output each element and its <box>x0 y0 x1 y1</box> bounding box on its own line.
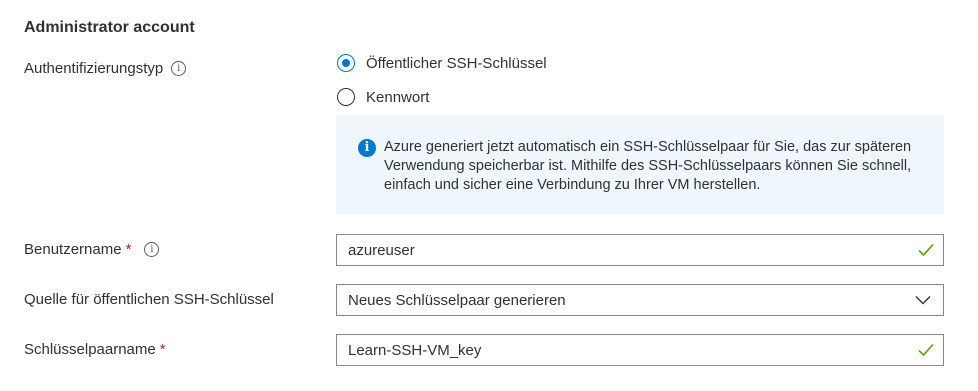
username-label: Benutzername * i <box>24 241 160 258</box>
ssh-source-selected: Neues Schlüsselpaar generieren <box>348 291 566 309</box>
section-title: Administrator account <box>24 19 195 36</box>
radio-unchecked-icon[interactable] <box>337 88 355 106</box>
info-message-box: i Azure generiert jetzt automatisch ein … <box>336 115 944 214</box>
key-name-label-text: Schlüsselpaarname <box>24 341 156 358</box>
username-input[interactable]: azureuser <box>336 234 944 266</box>
ssh-source-label-text: Quelle für öffentlichen SSH-Schlüssel <box>24 291 274 308</box>
username-label-text: Benutzername <box>24 241 122 258</box>
key-name-label: Schlüsselpaarname * <box>24 341 166 358</box>
radio-password-label: Kennwort <box>366 88 430 106</box>
info-icon[interactable]: i <box>144 242 160 257</box>
ssh-source-dropdown[interactable]: Neues Schlüsselpaar generieren <box>336 284 944 316</box>
key-name-input[interactable]: Learn-SSH-VM_key <box>336 334 944 366</box>
radio-ssh-public-key[interactable]: Öffentlicher SSH-Schlüssel <box>337 54 547 72</box>
key-name-value: Learn-SSH-VM_key <box>348 341 482 359</box>
required-asterisk: * <box>125 241 132 258</box>
radio-checked-icon[interactable] <box>337 54 355 72</box>
chevron-down-icon[interactable] <box>915 295 931 305</box>
info-icon[interactable]: i <box>171 61 187 76</box>
auth-type-label: Authentifizierungstyp i <box>24 60 187 77</box>
radio-ssh-public-key-label: Öffentlicher SSH-Schlüssel <box>366 54 547 72</box>
radio-password[interactable]: Kennwort <box>337 88 429 106</box>
auth-type-label-text: Authentifizierungstyp <box>24 60 164 77</box>
username-value: azureuser <box>348 241 415 259</box>
ssh-source-label: Quelle für öffentlichen SSH-Schlüssel <box>24 291 274 308</box>
checkmark-icon <box>918 243 934 257</box>
checkmark-icon <box>918 343 934 357</box>
required-asterisk: * <box>159 341 166 358</box>
info-message-text: Azure generiert jetzt automatisch ein SS… <box>384 139 912 193</box>
info-filled-icon: i <box>358 139 376 157</box>
